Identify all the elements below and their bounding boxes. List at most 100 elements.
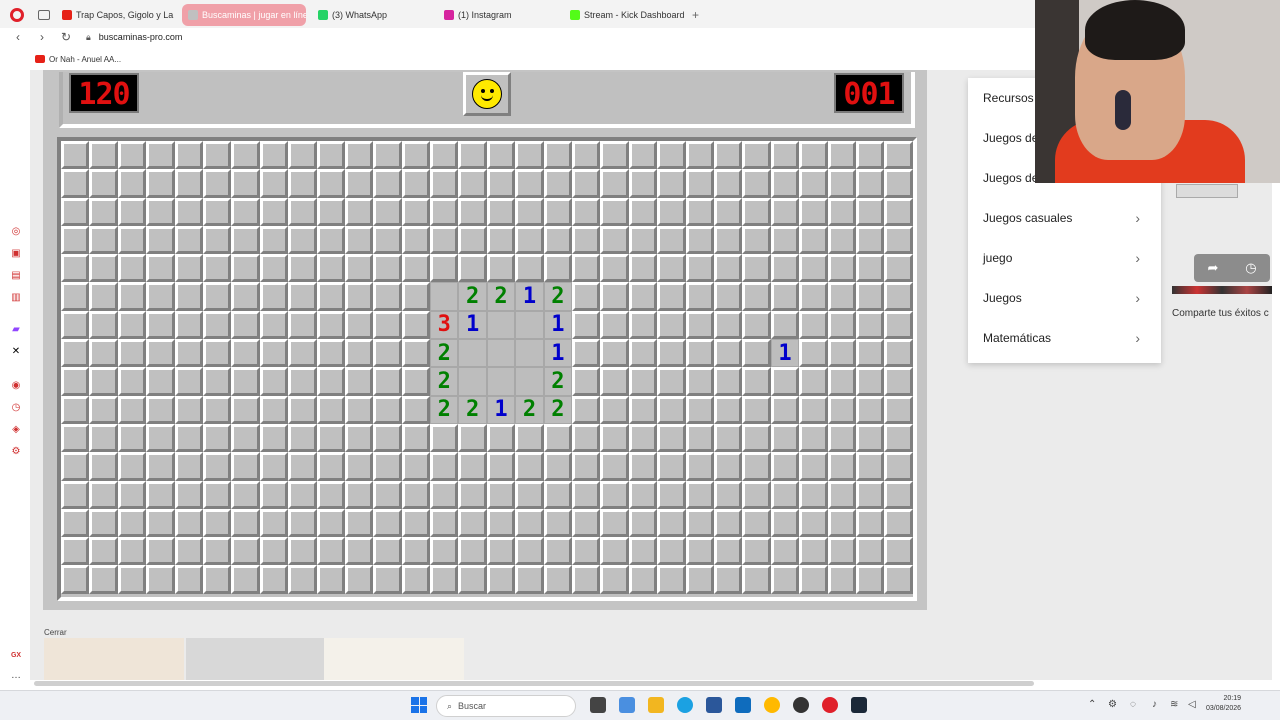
hidden-cell[interactable] (855, 141, 885, 170)
hidden-cell[interactable] (146, 367, 175, 396)
hidden-cell[interactable] (628, 480, 658, 509)
hidden-cell[interactable] (202, 480, 232, 509)
hidden-cell[interactable] (259, 480, 289, 509)
hidden-cell[interactable] (657, 367, 686, 396)
hidden-cell[interactable] (146, 282, 175, 311)
hidden-cell[interactable] (486, 169, 516, 198)
hidden-cell[interactable] (202, 254, 232, 283)
hidden-cell[interactable] (458, 452, 487, 481)
hidden-cell[interactable] (89, 169, 118, 198)
hidden-cell[interactable] (799, 254, 828, 283)
hidden-cell[interactable] (742, 225, 771, 255)
menu-item[interactable]: Matemáticas › (983, 318, 1148, 358)
hidden-cell[interactable] (288, 452, 317, 481)
hidden-cell[interactable] (316, 565, 345, 594)
hidden-cell[interactable] (316, 367, 345, 396)
hidden-cell[interactable] (288, 310, 317, 340)
hidden-cell[interactable] (628, 395, 658, 424)
revealed-cell[interactable]: 2 (543, 395, 573, 424)
hidden-cell[interactable] (628, 197, 658, 226)
hidden-cell[interactable] (543, 197, 573, 226)
hidden-cell[interactable] (827, 310, 856, 340)
hidden-cell[interactable] (373, 367, 402, 396)
hidden-cell[interactable] (373, 225, 402, 255)
hidden-cell[interactable] (146, 537, 175, 566)
hidden-cell[interactable] (202, 367, 232, 396)
hidden-cell[interactable] (89, 282, 118, 311)
hidden-cell[interactable] (146, 395, 175, 424)
hidden-cell[interactable] (117, 367, 147, 396)
hidden-cell[interactable] (855, 480, 885, 509)
hidden-cell[interactable] (316, 225, 345, 255)
hidden-cell[interactable] (713, 395, 743, 424)
hidden-cell[interactable] (628, 225, 658, 255)
hidden-cell[interactable] (430, 480, 459, 509)
hidden-cell[interactable] (202, 339, 232, 368)
hidden-cell[interactable] (685, 537, 714, 566)
hidden-cell[interactable] (600, 141, 629, 170)
hidden-cell[interactable] (855, 508, 885, 538)
revealed-cell[interactable]: 2 (430, 367, 459, 396)
timer-icon[interactable]: ◷ (1245, 260, 1256, 276)
hidden-cell[interactable] (344, 452, 374, 481)
hidden-cell[interactable] (685, 367, 714, 396)
hidden-cell[interactable] (685, 282, 714, 311)
hidden-cell[interactable] (742, 310, 771, 340)
hidden-cell[interactable] (373, 537, 402, 566)
hidden-cell[interactable] (657, 480, 686, 509)
hidden-cell[interactable] (742, 395, 771, 424)
hidden-cell[interactable] (430, 254, 459, 283)
hidden-cell[interactable] (713, 225, 743, 255)
hidden-cell[interactable] (742, 508, 771, 538)
hidden-cell[interactable] (202, 423, 232, 453)
hidden-cell[interactable] (259, 197, 289, 226)
hidden-cell[interactable] (685, 310, 714, 340)
hidden-cell[interactable] (174, 339, 203, 368)
hidden-cell[interactable] (742, 537, 771, 566)
hidden-cell[interactable] (884, 452, 913, 481)
hidden-cell[interactable] (288, 395, 317, 424)
hidden-cell[interactable] (430, 169, 459, 198)
menu-item[interactable]: Juegos casuales › (983, 198, 1148, 238)
hidden-cell[interactable] (799, 282, 828, 311)
hidden-cell[interactable] (827, 197, 856, 226)
hidden-cell[interactable] (174, 310, 203, 340)
hidden-cell[interactable] (401, 282, 431, 311)
hidden-cell[interactable] (202, 225, 232, 255)
hidden-cell[interactable] (855, 339, 885, 368)
hidden-cell[interactable] (202, 169, 232, 198)
hidden-cell[interactable] (543, 537, 573, 566)
hidden-cell[interactable] (316, 452, 345, 481)
hidden-cell[interactable] (259, 339, 289, 368)
hidden-cell[interactable] (515, 254, 544, 283)
hidden-cell[interactable] (174, 197, 203, 226)
hidden-cell[interactable] (430, 141, 459, 170)
hidden-cell[interactable] (486, 565, 516, 594)
hidden-cell[interactable] (373, 565, 402, 594)
hidden-cell[interactable] (884, 141, 913, 170)
hidden-cell[interactable] (61, 339, 90, 368)
hidden-cell[interactable] (61, 367, 90, 396)
menu-item[interactable]: juego › (983, 238, 1148, 278)
hidden-cell[interactable] (430, 423, 459, 453)
widget-thumbnail[interactable] (1176, 184, 1238, 198)
hidden-cell[interactable] (515, 480, 544, 509)
hidden-cell[interactable] (61, 169, 90, 198)
hidden-cell[interactable] (486, 508, 516, 538)
hidden-cell[interactable] (89, 565, 118, 594)
volume-icon[interactable]: ◁ (1188, 699, 1196, 710)
hidden-cell[interactable] (344, 537, 374, 566)
hidden-cell[interactable] (486, 141, 516, 170)
hidden-cell[interactable] (827, 339, 856, 368)
hidden-cell[interactable] (89, 197, 118, 226)
hidden-cell[interactable] (231, 537, 260, 566)
hidden-cell[interactable] (344, 254, 374, 283)
hidden-cell[interactable] (61, 508, 90, 538)
hidden-cell[interactable] (117, 282, 147, 311)
hidden-cell[interactable] (827, 225, 856, 255)
hidden-cell[interactable] (713, 282, 743, 311)
hidden-cell[interactable] (89, 452, 118, 481)
hidden-cell[interactable] (259, 537, 289, 566)
hidden-cell[interactable] (628, 141, 658, 170)
hidden-cell[interactable] (713, 367, 743, 396)
